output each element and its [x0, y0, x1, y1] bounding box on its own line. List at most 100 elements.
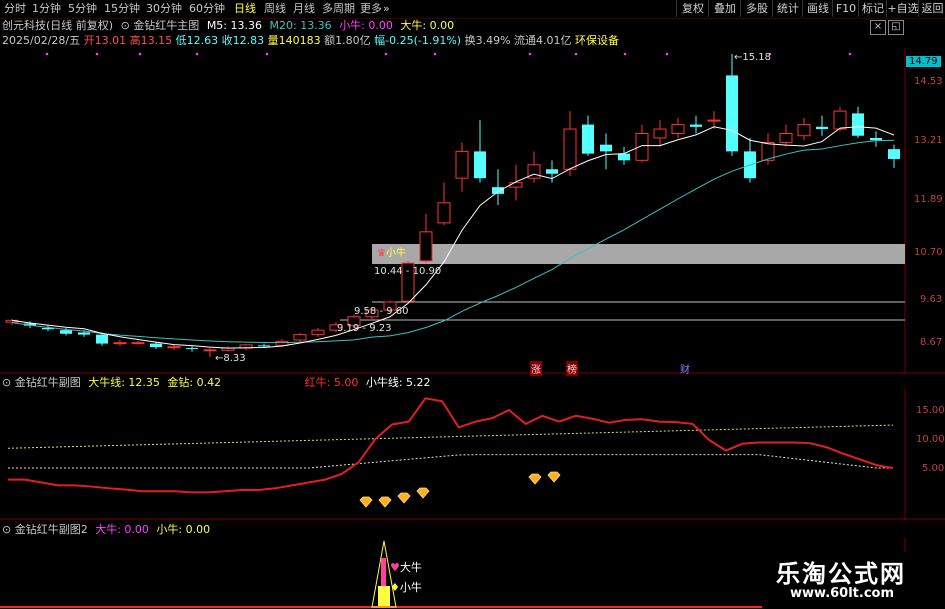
- dot-marker: [433, 52, 437, 56]
- candle-body: [671, 124, 685, 135]
- tab-30min[interactable]: 30分钟: [146, 1, 182, 17]
- sub1-indicator-name[interactable]: 金钻红牛副图: [15, 376, 81, 389]
- sub2-indicator-name[interactable]: 金钻红牛副图2: [15, 523, 88, 536]
- sub1-axis-label: 10.00: [916, 434, 945, 445]
- candle-body: [779, 133, 793, 143]
- dot-marker: [623, 52, 627, 56]
- low-price: 低12.63: [175, 34, 219, 47]
- candle-body: [60, 330, 72, 334]
- sub2-xiaoniu-value: 小牛: 0.00: [156, 523, 211, 536]
- tab-5min[interactable]: 5分钟: [68, 1, 97, 17]
- indicator-gear-icon[interactable]: ⊙: [121, 19, 130, 32]
- daniu-line: [7, 424, 894, 449]
- close-price: 收12.83: [221, 34, 265, 47]
- dot-marker: [665, 52, 669, 56]
- price-axis-label: 9.63: [920, 294, 943, 305]
- candle-body: [113, 342, 127, 345]
- xiaoniu-signal: ♛小牛: [377, 248, 406, 259]
- zone2-label: 9.58 - 9.60: [354, 306, 409, 317]
- dot-marker: [138, 52, 142, 56]
- sub2-xiaoniu-label: ♦小牛: [390, 581, 422, 594]
- close-icon[interactable]: ×: [870, 20, 886, 35]
- f10-button[interactable]: F10: [832, 0, 859, 17]
- zone1-label: 10.44 - 10.90: [374, 266, 442, 277]
- sub1-axis-label: 15.00: [916, 405, 945, 416]
- daniu-value: 大牛: 0.00: [400, 19, 455, 32]
- candle-body: [258, 345, 270, 347]
- restore-icon[interactable]: ◱: [888, 20, 904, 35]
- daniu-bar: [381, 558, 386, 586]
- main-info-line2: 2025/02/28/五 开13.01 高13.15 低12.63 收12.83…: [2, 34, 619, 48]
- marker-cai[interactable]: 财: [680, 361, 690, 376]
- marker-zhang[interactable]: 涨: [530, 361, 542, 376]
- daniu-line-value: 大牛线: 12.35: [88, 376, 160, 389]
- tab-60min[interactable]: 60分钟: [189, 1, 225, 17]
- price-axis-label: 13.21: [914, 135, 943, 146]
- change-value: 幅-0.25(-1.91%): [374, 34, 462, 47]
- stock-title: 创元科技(日线 前复权): [2, 19, 114, 32]
- gem-icon: ♦: [390, 581, 400, 594]
- watermark: 乐淘公式网 www.60lt.com: [762, 552, 945, 609]
- sub2-info-line: ⊙ 金钻红牛副图2 大牛: 0.00 小牛: 0.00: [2, 523, 210, 537]
- candle-body: [419, 231, 433, 262]
- price-axis-label: 14.53: [914, 76, 943, 87]
- tab-weekly[interactable]: 周线: [264, 1, 286, 17]
- dot-marker: [45, 52, 49, 56]
- candle-body: [311, 329, 325, 336]
- tab-1min[interactable]: 1分钟: [32, 1, 61, 17]
- hongniu-line: [8, 397, 894, 494]
- dot-marker: [95, 52, 99, 56]
- candle-body: [797, 124, 811, 137]
- price-axis-label: 11.89: [914, 194, 943, 205]
- dot-marker: [384, 52, 388, 56]
- fuquan-button[interactable]: 复权: [676, 0, 709, 17]
- tab-fenshi[interactable]: 分时: [4, 1, 26, 17]
- bar-date: 2025/02/28/五: [2, 34, 81, 47]
- candle-body: [474, 151, 486, 179]
- dot-marker: [265, 52, 269, 56]
- dot-marker: [848, 52, 852, 56]
- candle-body: [275, 340, 289, 346]
- high-price: 高13.15: [129, 34, 173, 47]
- price-axis-label: 8.67: [920, 337, 943, 348]
- ma20-value: M20: 13.36: [269, 19, 332, 32]
- sector-value[interactable]: 环保设备: [575, 34, 619, 47]
- diamond-icon: [397, 492, 411, 504]
- sub2-gear-icon[interactable]: ⊙: [2, 523, 11, 536]
- statistics-button[interactable]: 统计: [772, 0, 803, 17]
- tab-daily[interactable]: 日线: [234, 1, 256, 17]
- diamond-icon: [359, 496, 373, 508]
- sub1-axis-label: 5.00: [922, 463, 945, 474]
- diamond-icon: [528, 473, 542, 485]
- tab-multi-period[interactable]: 多周期: [322, 1, 355, 17]
- sub1-info-line: ⊙ 金钻红牛副图 大牛线: 12.35 金钻: 0.42 红牛: 5.00 小牛…: [2, 376, 431, 390]
- tab-more[interactable]: 更多: [360, 1, 382, 17]
- candle-body: [870, 137, 882, 141]
- add-watchlist-button[interactable]: +自选: [886, 0, 919, 17]
- marker-bang[interactable]: 榜: [566, 361, 578, 376]
- overlay-button[interactable]: 叠加: [708, 0, 741, 17]
- candle-body: [888, 149, 900, 159]
- candle-body: [167, 346, 181, 349]
- candle-body: [78, 332, 90, 335]
- back-button[interactable]: 返回: [918, 0, 945, 17]
- mark-button[interactable]: 标记: [858, 0, 887, 17]
- multi-stock-button[interactable]: 多股: [740, 0, 773, 17]
- candle-body: [546, 169, 558, 174]
- tab-monthly[interactable]: 月线: [293, 1, 315, 17]
- sub1-chart[interactable]: [0, 390, 945, 520]
- xiaoniu-value: 小牛: 0.00: [339, 19, 393, 32]
- main-indicator-name[interactable]: 金钻红牛主图: [133, 19, 199, 32]
- candle-body: [600, 144, 612, 152]
- more-chevron-icon[interactable]: »: [383, 1, 390, 17]
- sub1-gear-icon[interactable]: ⊙: [2, 376, 11, 389]
- candle-body: [707, 119, 721, 122]
- jinzuan-value: 金钻: 0.42: [167, 376, 222, 389]
- sub2-daniu-label: ♥大牛: [390, 561, 422, 574]
- candle-body: [509, 182, 523, 188]
- tab-15min[interactable]: 15分钟: [104, 1, 140, 17]
- main-kline-chart[interactable]: [0, 48, 945, 374]
- diamond-icon: [416, 487, 430, 499]
- draw-line-button[interactable]: 画线: [802, 0, 833, 17]
- ma5-value: M5: 13.36: [206, 19, 262, 32]
